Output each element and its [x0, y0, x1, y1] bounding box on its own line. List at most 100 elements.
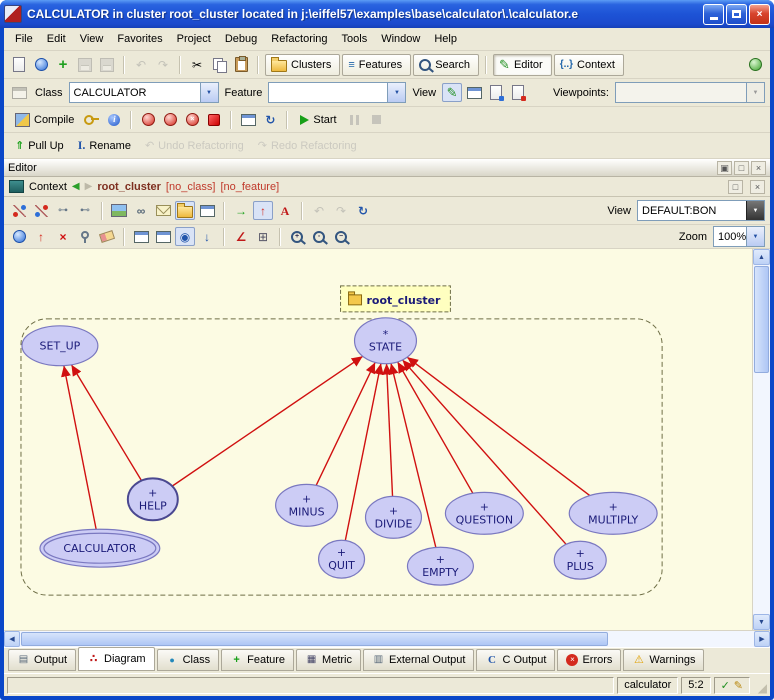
editor-toggle-button[interactable]: ✎ Editor [493, 54, 552, 76]
rename-button[interactable]: I. Rename [72, 135, 137, 157]
scroll-up-icon[interactable]: ▲ [753, 249, 770, 265]
diagram-view-combobox[interactable]: DEFAULT:BON ▼ [637, 200, 765, 221]
paste-icon[interactable] [231, 55, 251, 74]
vscrollbar-track[interactable] [753, 374, 770, 614]
window-icon[interactable] [197, 201, 217, 220]
editor-view-icon[interactable]: ✎ [442, 83, 462, 102]
flat-view-icon[interactable] [486, 83, 506, 102]
resize-grip[interactable]: ◢ [753, 677, 767, 694]
force-layout-icon[interactable]: ◉ [175, 227, 195, 246]
client-supplier-icon[interactable]: ⊷ [75, 201, 95, 220]
refresh-icon[interactable]: ↻ [353, 201, 373, 220]
undo-icon[interactable]: ↶ [131, 55, 151, 74]
class-node-question[interactable]: +QUESTION [445, 492, 523, 534]
arrow-right-icon[interactable]: → [231, 201, 251, 220]
arrow-up-icon[interactable]: ↑ [253, 201, 273, 220]
history-back-icon[interactable]: ◀ [72, 181, 80, 192]
start-button[interactable]: Start [294, 109, 342, 131]
class-node-empty[interactable]: +EMPTY [407, 547, 473, 585]
hscrollbar-thumb[interactable] [21, 632, 608, 646]
chevron-down-icon[interactable]: ▼ [387, 83, 405, 102]
maximize-icon[interactable]: □ [728, 180, 743, 194]
undo-refactoring-button[interactable]: ↶ Undo Refactoring [139, 135, 250, 157]
tab-diagram[interactable]: ∴Diagram [78, 647, 155, 671]
open-project-icon[interactable] [31, 55, 51, 74]
class-node-minus[interactable]: +MINUS [276, 484, 338, 526]
tab-external-output[interactable]: ▥External Output [363, 649, 474, 671]
class-node-state[interactable]: *STATE [355, 318, 417, 364]
history-forward-icon[interactable]: ▶ [85, 181, 93, 192]
tab-output[interactable]: ▤Output [8, 649, 76, 671]
inheritance-links-icon[interactable] [9, 201, 29, 220]
close-icon[interactable]: × [750, 180, 765, 194]
breadcrumb-cluster[interactable]: root_cluster [97, 181, 161, 193]
tab-metric[interactable]: ▦Metric [296, 649, 361, 671]
supplier-links-icon[interactable]: ⊶ [53, 201, 73, 220]
tab-errors[interactable]: ×Errors [557, 649, 621, 671]
client-links-icon[interactable] [31, 201, 51, 220]
menu-tools[interactable]: Tools [335, 30, 375, 48]
sort-icon[interactable]: ↓ [197, 227, 217, 246]
viewpoints-combobox[interactable]: ▼ [615, 82, 765, 103]
class-node-divide[interactable]: +DIVIDE [366, 496, 422, 538]
feature-combobox[interactable]: ▼ [268, 82, 406, 103]
search-button[interactable]: Search [413, 54, 479, 76]
class-node-plus[interactable]: +PLUS [554, 541, 606, 579]
tab-feature[interactable]: +Feature [221, 649, 294, 671]
reset-layout-icon[interactable] [131, 227, 151, 246]
export-picture-icon[interactable] [109, 201, 129, 220]
tab-warnings[interactable]: ⚠Warnings [623, 649, 704, 671]
menu-edit[interactable]: Edit [40, 30, 73, 48]
zoom-combobox[interactable]: 100% ▼ [713, 226, 765, 247]
undo-icon[interactable]: ↶ [309, 201, 329, 220]
contract-view-icon[interactable] [508, 83, 528, 102]
info-icon[interactable]: i [104, 110, 124, 129]
finalize-icon[interactable] [204, 110, 224, 129]
redo-icon[interactable]: ↷ [153, 55, 173, 74]
grid-icon[interactable]: ⊞ [253, 227, 273, 246]
chevron-down-icon[interactable]: ▼ [746, 201, 764, 220]
save-all-icon[interactable] [97, 55, 117, 74]
class-combobox[interactable]: CALCULATOR ▼ [69, 82, 219, 103]
eraser-icon[interactable] [97, 227, 117, 246]
scroll-left-icon[interactable]: ◀ [4, 631, 20, 647]
menu-view[interactable]: View [73, 30, 111, 48]
class-node-help[interactable]: +HELP [128, 478, 178, 520]
anchor-icon[interactable] [75, 227, 95, 246]
redo-refactoring-button[interactable]: ↷ Redo Refactoring [252, 135, 363, 157]
close-button[interactable]: × [749, 4, 770, 25]
layout-icon[interactable] [153, 227, 173, 246]
mail-icon[interactable] [153, 201, 173, 220]
features-button[interactable]: ≡ Features [342, 54, 411, 76]
tab-class[interactable]: ●Class [157, 649, 220, 671]
scroll-right-icon[interactable]: ▶ [754, 631, 770, 647]
redo-icon[interactable]: ↷ [331, 201, 351, 220]
folder-icon[interactable] [175, 201, 195, 220]
title-bar[interactable]: CALCULATOR in cluster root_cluster locat… [0, 0, 774, 28]
menu-debug[interactable]: Debug [218, 30, 264, 48]
menu-refactoring[interactable]: Refactoring [264, 30, 334, 48]
delete-icon[interactable]: × [53, 227, 73, 246]
letter-a-icon[interactable]: A [275, 201, 295, 220]
menu-project[interactable]: Project [170, 30, 218, 48]
copy-icon[interactable] [209, 55, 229, 74]
class-node-multiply[interactable]: +MULTIPLY [569, 492, 657, 534]
cut-icon[interactable]: ✂ [187, 55, 207, 74]
vscrollbar-thumb[interactable] [754, 266, 769, 373]
zoom-in-icon[interactable]: + [287, 227, 307, 246]
send-to-new-window-icon[interactable] [9, 83, 29, 102]
new-inheritance-link-icon[interactable]: ↑ [31, 227, 51, 246]
cancel-compilation-icon[interactable]: × [182, 110, 202, 129]
angle-icon[interactable]: ∠ [231, 227, 251, 246]
menu-window[interactable]: Window [374, 30, 427, 48]
melt-icon[interactable] [138, 110, 158, 129]
external-commands-icon[interactable] [745, 55, 765, 74]
zoom-out-icon[interactable]: − [331, 227, 351, 246]
stop-icon[interactable] [367, 110, 387, 129]
hscrollbar-track[interactable] [609, 631, 754, 647]
compile-button[interactable]: Compile [9, 109, 80, 131]
chevron-down-icon[interactable]: ▼ [746, 227, 764, 246]
class-node-calculator[interactable]: CALCULATOR [40, 529, 160, 567]
new-class-icon[interactable] [9, 227, 29, 246]
add-item-icon[interactable]: + [53, 55, 73, 74]
